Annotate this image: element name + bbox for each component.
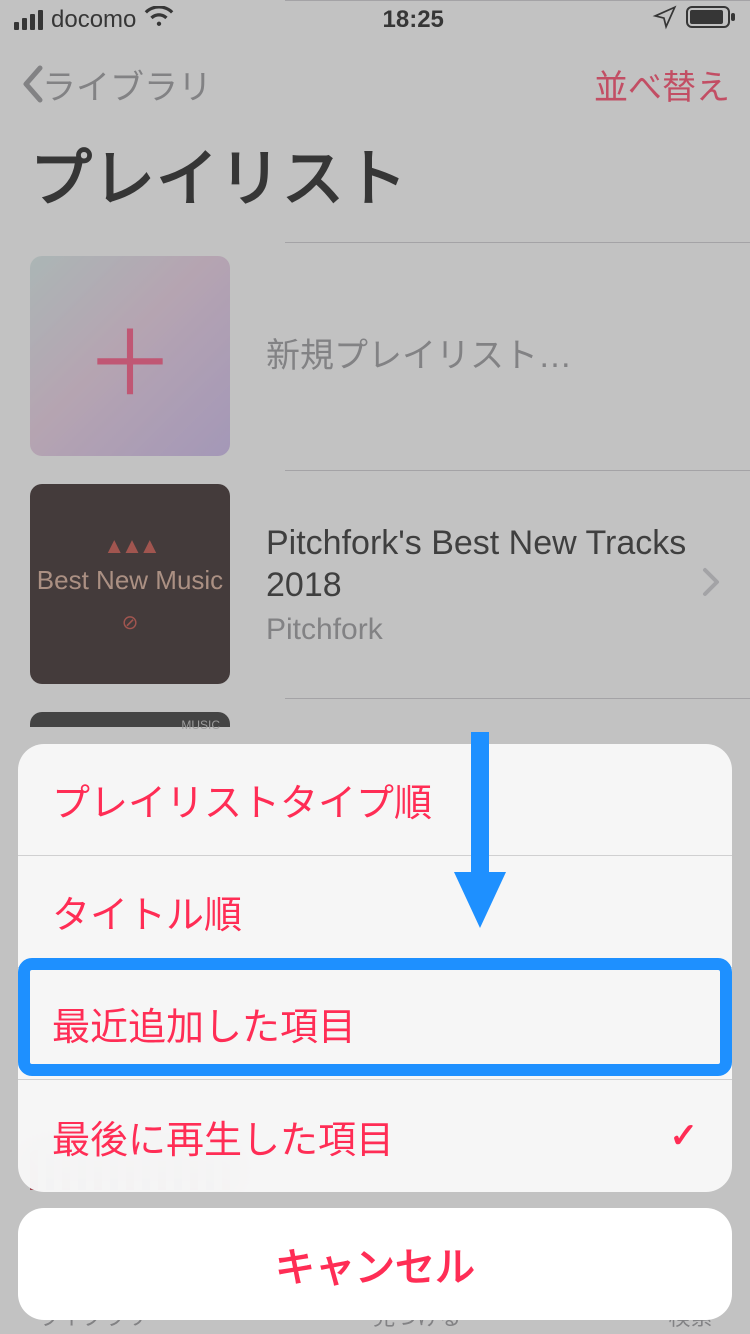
option-label: 最後に再生した項目 [52, 1109, 394, 1164]
sort-option-title[interactable]: タイトル順 [18, 856, 732, 968]
checkmark-icon: ✓ [670, 1116, 699, 1156]
cancel-label: キャンセル [275, 1235, 475, 1293]
option-label: プレイリストタイプ順 [52, 772, 432, 827]
option-label: 最近追加した項目 [52, 996, 356, 1051]
sort-option-recently-played[interactable]: 最後に再生した項目 ✓ [18, 1080, 732, 1192]
cancel-button[interactable]: キャンセル [18, 1208, 732, 1320]
sort-option-playlist-type[interactable]: プレイリストタイプ順 [18, 744, 732, 856]
sort-action-sheet: プレイリストタイプ順 タイトル順 最近追加した項目 最後に再生した項目 ✓ キャ… [18, 744, 732, 1320]
sort-option-recently-added[interactable]: 最近追加した項目 [18, 968, 732, 1080]
option-label: タイトル順 [52, 884, 242, 939]
